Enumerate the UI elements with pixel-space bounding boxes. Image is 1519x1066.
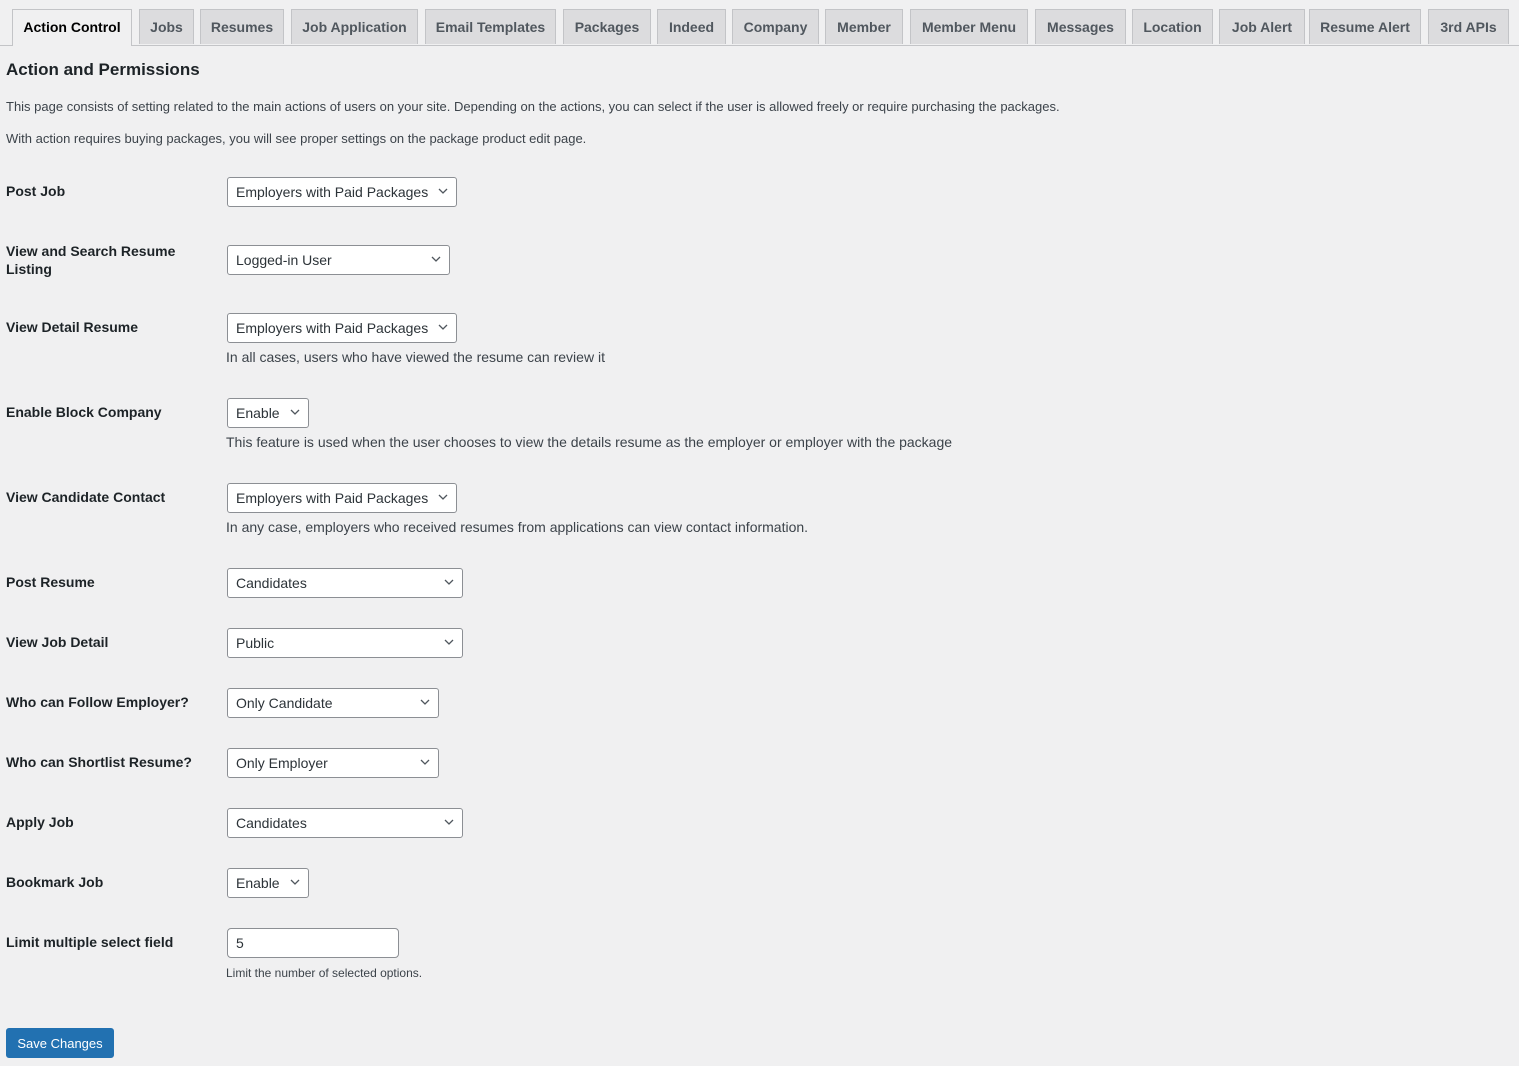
apply-job-select[interactable]: Candidates: [227, 808, 463, 838]
chevron-down-icon: [444, 639, 454, 645]
follow-employer-select[interactable]: Only Candidate: [227, 688, 439, 718]
bookmark-job-value: Enable: [236, 875, 280, 891]
enable-block-company-value: Enable: [236, 405, 280, 421]
tab-location[interactable]: Location: [1132, 9, 1213, 44]
chevron-down-icon: [438, 324, 448, 330]
enable-block-company-label: Enable Block Company: [6, 404, 162, 420]
shortlist-resume-select[interactable]: Only Employer: [227, 748, 439, 778]
save-changes-button[interactable]: Save Changes: [6, 1028, 114, 1058]
view-search-resume-label: View and Search Resume Listing: [6, 243, 176, 277]
tab-member[interactable]: Member: [825, 9, 903, 44]
tab-resume-alert[interactable]: Resume Alert: [1309, 9, 1421, 44]
view-job-detail-label: View Job Detail: [6, 634, 109, 650]
limit-select-help: Limit the number of selected options.: [226, 966, 423, 980]
view-detail-resume-help: In all cases, users who have viewed the …: [226, 349, 605, 365]
post-resume-label: Post Resume: [6, 574, 95, 590]
tab-company[interactable]: Company: [732, 9, 819, 44]
tab-job-application[interactable]: Job Application: [291, 9, 418, 44]
tab-jobs[interactable]: Jobs: [139, 9, 194, 44]
follow-employer-value: Only Candidate: [236, 695, 333, 711]
view-job-detail-select[interactable]: Public: [227, 628, 463, 658]
chevron-down-icon: [420, 759, 430, 765]
view-candidate-contact-label: View Candidate Contact: [6, 489, 166, 505]
section-title: Action and Permissions: [6, 60, 200, 79]
limit-select-input[interactable]: [227, 928, 399, 958]
view-job-detail-value: Public: [236, 635, 275, 651]
chevron-down-icon: [290, 879, 300, 885]
chevron-down-icon: [444, 579, 454, 585]
chevron-down-icon: [290, 409, 300, 415]
apply-job-label: Apply Job: [6, 814, 74, 830]
follow-employer-label: Who can Follow Employer?: [6, 694, 189, 710]
view-search-resume-value: Logged-in User: [236, 252, 332, 268]
tab-3rd-apis[interactable]: 3rd APIs: [1428, 9, 1509, 44]
settings-tabs: Action Control Jobs Resumes Job Applicat…: [0, 0, 1519, 46]
bookmark-job-label: Bookmark Job: [6, 874, 104, 890]
tab-resumes[interactable]: Resumes: [200, 9, 284, 44]
apply-job-value: Candidates: [236, 815, 307, 831]
post-job-value: Employers with Paid Packages: [236, 184, 429, 200]
chevron-down-icon: [438, 188, 448, 194]
post-resume-select[interactable]: Candidates: [227, 568, 463, 598]
view-search-resume-select[interactable]: Logged-in User: [227, 245, 450, 275]
view-detail-resume-label: View Detail Resume: [6, 319, 139, 335]
shortlist-resume-value: Only Employer: [236, 755, 328, 771]
enable-block-company-help: This feature is used when the user choos…: [226, 434, 953, 450]
view-candidate-contact-help: In any case, employers who received resu…: [226, 519, 809, 535]
shortlist-resume-label: Who can Shortlist Resume?: [6, 754, 192, 770]
tab-email-templates[interactable]: Email Templates: [425, 9, 556, 44]
tab-indeed[interactable]: Indeed: [657, 9, 726, 44]
tab-job-alert[interactable]: Job Alert: [1219, 9, 1305, 44]
post-job-label: Post Job: [6, 183, 66, 199]
chevron-down-icon: [431, 256, 441, 262]
post-resume-value: Candidates: [236, 575, 307, 591]
view-detail-resume-select[interactable]: Employers with Paid Packages: [227, 313, 457, 343]
bookmark-job-select[interactable]: Enable: [227, 868, 309, 898]
enable-block-company-select[interactable]: Enable: [227, 398, 309, 428]
post-job-select[interactable]: Employers with Paid Packages: [227, 177, 457, 207]
tab-action-control[interactable]: Action Control: [12, 9, 132, 46]
section-description: This page consists of setting related to…: [6, 99, 1060, 114]
chevron-down-icon: [438, 494, 448, 500]
view-detail-resume-value: Employers with Paid Packages: [236, 320, 429, 336]
tab-messages[interactable]: Messages: [1035, 9, 1126, 44]
limit-select-label: Limit multiple select field: [6, 934, 174, 950]
view-candidate-contact-value: Employers with Paid Packages: [236, 490, 429, 506]
tab-member-menu[interactable]: Member Menu: [910, 9, 1028, 44]
tab-packages[interactable]: Packages: [563, 9, 651, 44]
chevron-down-icon: [444, 819, 454, 825]
section-note: With action requires buying packages, yo…: [6, 131, 587, 146]
view-candidate-contact-select[interactable]: Employers with Paid Packages: [227, 483, 457, 513]
chevron-down-icon: [420, 699, 430, 705]
